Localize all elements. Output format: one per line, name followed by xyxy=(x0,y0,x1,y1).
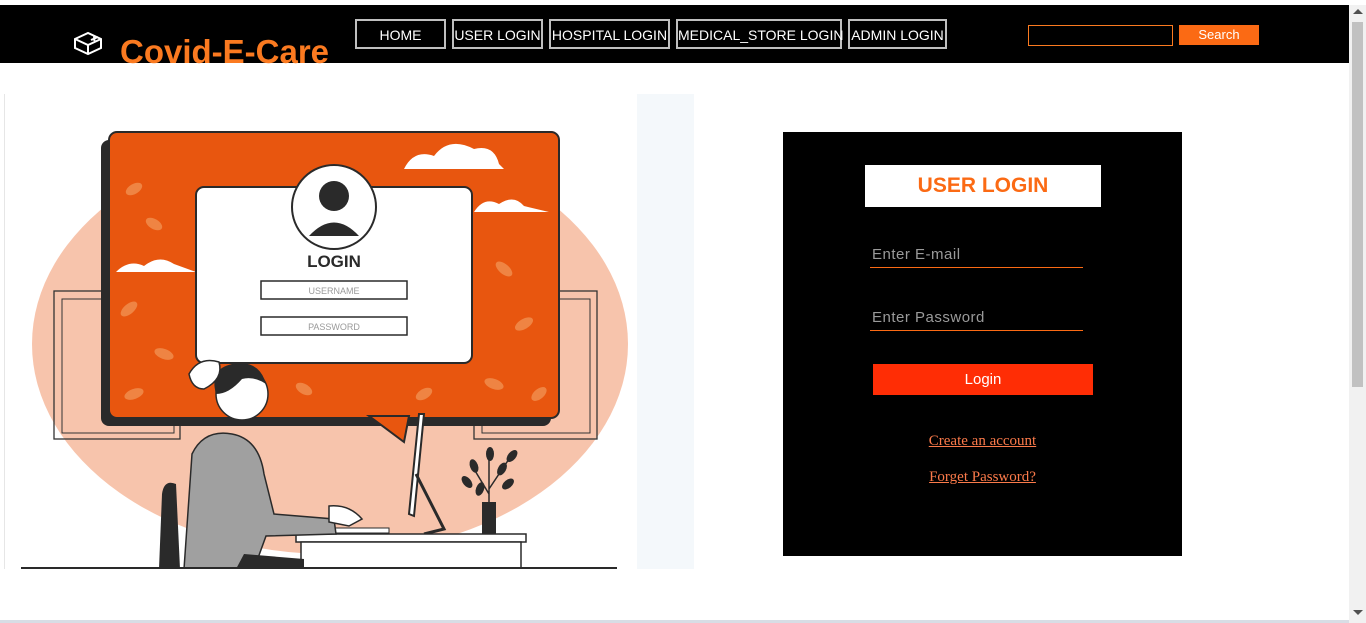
password-field[interactable] xyxy=(870,305,1083,331)
nav-admin-login-button[interactable]: ADMIN LOGIN xyxy=(848,19,947,49)
user-login-panel: USER LOGIN Login Create an account Forge… xyxy=(783,132,1182,556)
search-input[interactable] xyxy=(1028,25,1173,46)
nav-user-login-button[interactable]: USER LOGIN xyxy=(452,19,543,49)
login-button[interactable]: Login xyxy=(873,364,1093,395)
navbar: Covid-E-Care HOME USER LOGIN HOSPITAL LO… xyxy=(0,5,1349,70)
forgot-password-link[interactable]: Forget Password? xyxy=(783,469,1182,486)
nav-medical-store-login-button[interactable]: MEDICAL_STORE LOGIN xyxy=(676,19,843,49)
illustration-login-heading: LOGIN xyxy=(307,252,361,271)
login-illustration: LOGIN USERNAME PASSWORD xyxy=(4,94,637,569)
email-field[interactable] xyxy=(870,242,1083,268)
create-account-link[interactable]: Create an account xyxy=(783,433,1182,450)
medicine-box-icon xyxy=(74,31,102,56)
illustration-side-panel xyxy=(637,94,694,569)
login-title: USER LOGIN xyxy=(865,165,1101,207)
scrollbar-thumb[interactable] xyxy=(1352,22,1363,387)
scroll-down-arrow-icon[interactable] xyxy=(1353,610,1363,615)
nav-hospital-login-button[interactable]: HOSPITAL LOGIN xyxy=(549,19,670,49)
illustration-password-hint: PASSWORD xyxy=(308,322,360,332)
search-button[interactable]: Search xyxy=(1179,25,1259,45)
illustration-username-hint: USERNAME xyxy=(308,286,359,296)
scroll-up-arrow-icon[interactable] xyxy=(1353,9,1363,14)
brand-title[interactable]: Covid-E-Care xyxy=(120,32,329,72)
nav-home-button[interactable]: HOME xyxy=(355,19,446,49)
